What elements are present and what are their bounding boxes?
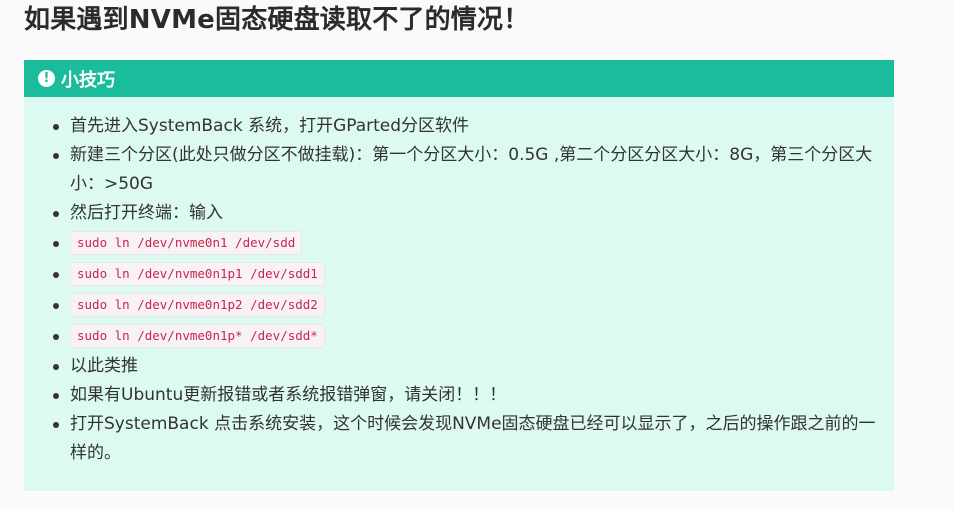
list-item: 如果有Ubuntu更新报错或者系统报错弹窗，请关闭！！！: [24, 381, 894, 410]
tip-header-label: 小技巧: [61, 69, 115, 91]
exclamation-circle-icon: !: [38, 70, 55, 87]
list-item: 以此类推: [24, 352, 894, 381]
list-item: 首先进入SystemBack 系统，打开GParted分区软件: [24, 112, 894, 141]
code-snippet: sudo ln /dev/nvme0n1p1 /dev/sdd1: [70, 262, 325, 286]
list-item: 然后打开终端：输入: [24, 199, 894, 228]
list-item: sudo ln /dev/nvme0n1p1 /dev/sdd1: [24, 259, 894, 290]
tip-box: ! 小技巧 首先进入SystemBack 系统，打开GParted分区软件 新建…: [24, 60, 894, 491]
page: 如果遇到NVMe固态硬盘读取不了的情况！ ! 小技巧 首先进入SystemBac…: [0, 0, 954, 509]
list-item: sudo ln /dev/nvme0n1p* /dev/sdd*: [24, 321, 894, 352]
list-item: 新建三个分区(此处只做分区不做挂载)：第一个分区大小：0.5G ,第二个分区分区…: [24, 141, 894, 199]
code-snippet: sudo ln /dev/nvme0n1p* /dev/sdd*: [70, 324, 325, 348]
code-snippet: sudo ln /dev/nvme0n1p2 /dev/sdd2: [70, 293, 325, 317]
list-item: sudo ln /dev/nvme0n1 /dev/sdd: [24, 228, 894, 259]
tip-header: ! 小技巧: [24, 60, 894, 97]
list-item: sudo ln /dev/nvme0n1p2 /dev/sdd2: [24, 290, 894, 321]
code-snippet: sudo ln /dev/nvme0n1 /dev/sdd: [70, 231, 303, 255]
tip-list: 首先进入SystemBack 系统，打开GParted分区软件 新建三个分区(此…: [24, 97, 894, 468]
page-title: 如果遇到NVMe固态硬盘读取不了的情况！: [24, 5, 530, 35]
list-item: 打开SystemBack 点击系统安装，这个时候会发现NVMe固态硬盘已经可以显…: [24, 410, 894, 468]
